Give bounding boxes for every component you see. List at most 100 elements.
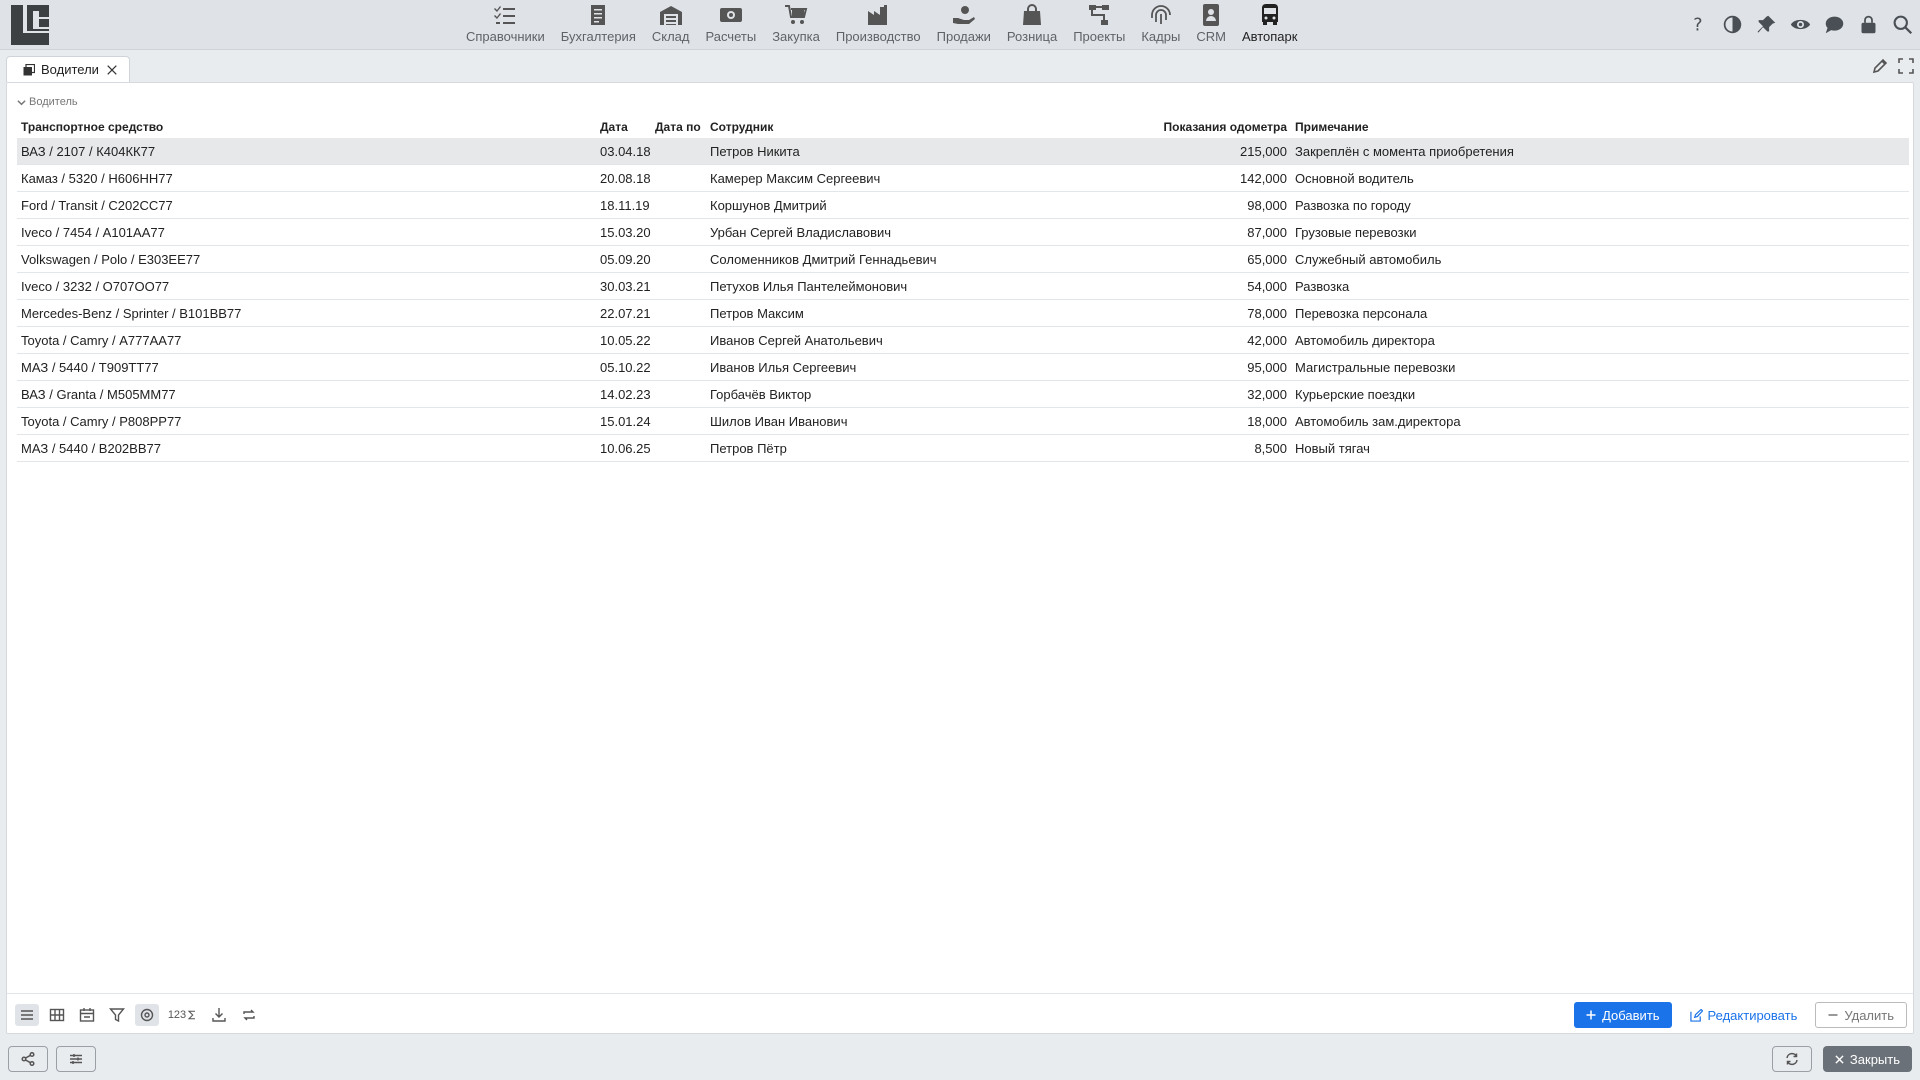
sliders-icon bbox=[70, 1054, 82, 1064]
col-header-employee[interactable]: Сотрудник bbox=[706, 120, 1116, 134]
module-8[interactable]: Розница bbox=[999, 0, 1065, 50]
adjust-button[interactable] bbox=[56, 1046, 96, 1072]
view-tools: 123 bbox=[15, 1004, 261, 1026]
table-row[interactable]: МАЗ / 5440 / В202ВВ77 10.06.25 Петров Пётр… bbox=[17, 435, 1909, 462]
money-icon bbox=[719, 8, 742, 22]
ledger-icon bbox=[591, 5, 606, 25]
cell-date: 14.02.23 bbox=[600, 386, 651, 402]
module-label: Расчеты bbox=[705, 29, 757, 44]
col-header-date-to[interactable]: Дата по bbox=[651, 120, 706, 134]
cell-odometer: 78,000 bbox=[1247, 305, 1287, 321]
add-button[interactable]: Добавить bbox=[1574, 1002, 1672, 1028]
bus-icon bbox=[1261, 3, 1278, 25]
row-actions: Добавить Редактировать Удалить bbox=[1574, 1002, 1907, 1028]
drivers-table: Транспортное средство Дата Дата по Сотру… bbox=[17, 116, 1909, 462]
warehouse-icon bbox=[659, 6, 682, 25]
pencil-icon[interactable] bbox=[1872, 58, 1888, 77]
module-10[interactable]: Кадры bbox=[1133, 0, 1188, 50]
shopping-bag-icon bbox=[1023, 4, 1042, 25]
cell-employee: Горбачёв Виктор bbox=[710, 386, 812, 402]
grid-view-icon[interactable] bbox=[45, 1004, 69, 1026]
svg-text:?: ? bbox=[1693, 15, 1702, 34]
cell-note: Автомобиль зам.директора bbox=[1295, 413, 1461, 429]
cell-date: 05.09.20 bbox=[600, 251, 651, 267]
close-tab-icon[interactable] bbox=[105, 63, 119, 77]
cell-odometer: 142,000 bbox=[1240, 170, 1287, 186]
module-5[interactable]: Закупка bbox=[764, 0, 828, 50]
table-header: Транспортное средство Дата Дата по Сотру… bbox=[17, 116, 1909, 138]
table-row[interactable]: МАЗ / 5440 / Т909ТТ77 05.10.22 Иванов Илья… bbox=[17, 354, 1909, 381]
module-label: Бухгалтерия bbox=[560, 29, 636, 44]
delete-button[interactable]: Удалить bbox=[1815, 1002, 1907, 1028]
table-row[interactable]: Ford / Transit / С202СС77 18.11.19 Коршуно… bbox=[17, 192, 1909, 219]
sum-icon[interactable]: 123 bbox=[165, 1004, 201, 1026]
cell-date: 30.03.21 bbox=[600, 278, 651, 294]
footer-bar: Закрыть bbox=[0, 1040, 1920, 1080]
cell-note: Основной водитель bbox=[1295, 170, 1414, 186]
pin-icon[interactable] bbox=[1754, 12, 1778, 36]
settings-icon[interactable] bbox=[135, 1004, 159, 1026]
chat-icon[interactable] bbox=[1822, 12, 1846, 36]
module-3[interactable]: Склад bbox=[644, 0, 698, 50]
calendar-view-icon[interactable] bbox=[75, 1004, 99, 1026]
table-row[interactable]: Toyota / Camry / Р808РР77 15.01.24 Шилов И… bbox=[17, 408, 1909, 435]
module-12[interactable]: Автопарк bbox=[1234, 0, 1306, 50]
help-icon[interactable]: ? bbox=[1686, 12, 1710, 36]
col-header-odometer[interactable]: Показания одометра bbox=[1116, 120, 1291, 134]
repeat-icon[interactable] bbox=[237, 1004, 261, 1026]
cell-employee: Урбан Сергей Владиславович bbox=[710, 224, 892, 240]
edit-icon bbox=[1689, 1008, 1703, 1022]
cell-employee: Соломенников Дмитрий Геннадьевич bbox=[710, 251, 937, 267]
download-icon[interactable] bbox=[207, 1004, 231, 1026]
module-1[interactable]: Справочники bbox=[458, 0, 553, 50]
module-4[interactable]: Расчеты bbox=[697, 0, 764, 50]
cell-date: 10.06.25 bbox=[600, 440, 651, 456]
eye-icon[interactable] bbox=[1788, 12, 1812, 36]
cell-vehicle: МАЗ / 5440 / Т909ТТ77 bbox=[21, 359, 159, 375]
module-6[interactable]: Производство bbox=[828, 0, 929, 50]
table-row[interactable]: Iveco / 7454 / А101АА77 15.03.20 Урбан Сер… bbox=[17, 219, 1909, 246]
cell-note: Грузовые перевозки bbox=[1295, 224, 1417, 240]
module-2[interactable]: Бухгалтерия bbox=[553, 0, 644, 50]
search-icon[interactable] bbox=[1890, 12, 1914, 36]
edit-button[interactable]: Редактировать bbox=[1684, 1002, 1804, 1028]
cell-employee: Петров Максим bbox=[710, 305, 804, 321]
top-bar: Справочники Бухгалтерия Склад Расчеты Закупк… bbox=[0, 0, 1920, 50]
module-label: Автопарк bbox=[1241, 29, 1298, 44]
close-label: Закрыть bbox=[1849, 1051, 1900, 1067]
sum-label: 123 bbox=[167, 1009, 187, 1021]
table-row[interactable]: Mercedes-Benz / Sprinter / В101ВВ77 22.07… bbox=[17, 300, 1909, 327]
table-row[interactable]: Iveco / 3232 / О707ОО77 30.03.21 Петухов И… bbox=[17, 273, 1909, 300]
tab-drivers[interactable]: Водители bbox=[6, 56, 130, 82]
filter-icon[interactable] bbox=[105, 1004, 129, 1026]
module-11[interactable]: CRM bbox=[1188, 0, 1234, 50]
group-label: Водитель bbox=[29, 96, 78, 108]
table-row[interactable]: Toyota / Camry / А777АА77 10.05.22 Иванов … bbox=[17, 327, 1909, 354]
module-label: Розница bbox=[1006, 29, 1058, 44]
cell-vehicle: Iveco / 7454 / А101АА77 bbox=[21, 224, 165, 240]
refresh-button[interactable] bbox=[1772, 1046, 1812, 1072]
cell-date: 03.04.18 bbox=[600, 143, 651, 159]
col-header-note[interactable]: Примечание bbox=[1291, 120, 1891, 134]
cell-note: Развозка по городу bbox=[1295, 197, 1411, 213]
cell-odometer: 65,000 bbox=[1247, 251, 1287, 267]
close-button[interactable]: Закрыть bbox=[1822, 1046, 1912, 1072]
cell-date: 05.10.22 bbox=[600, 359, 651, 375]
cell-date: 10.05.22 bbox=[600, 332, 651, 348]
table-row[interactable]: ВАЗ / 2107 / К404КК77 03.04.18 Петров Ники… bbox=[17, 138, 1909, 165]
col-header-date[interactable]: Дата bbox=[596, 120, 651, 134]
lock-icon[interactable] bbox=[1856, 12, 1880, 36]
module-9[interactable]: Проекты bbox=[1065, 0, 1133, 50]
share-button[interactable] bbox=[8, 1046, 48, 1072]
table-row[interactable]: Volkswagen / Polo / Е303ЕЕ77 05.09.20 Соло… bbox=[17, 246, 1909, 273]
contrast-icon[interactable] bbox=[1720, 12, 1744, 36]
module-7[interactable]: Продажи bbox=[929, 0, 999, 50]
table-row[interactable]: Камаз / 5320 / Н606НН77 20.08.18 Камерер М… bbox=[17, 165, 1909, 192]
app-logo[interactable] bbox=[9, 3, 51, 47]
fullscreen-icon[interactable] bbox=[1898, 58, 1914, 77]
table-row[interactable]: ВАЗ / Granta / М505ММ77 14.02.23 Горбачёв … bbox=[17, 381, 1909, 408]
group-header[interactable]: Водитель bbox=[17, 96, 78, 108]
col-header-vehicle[interactable]: Транспортное средство bbox=[17, 120, 596, 134]
list-view-icon[interactable] bbox=[15, 1004, 39, 1026]
cell-note: Магистральные перевозки bbox=[1295, 359, 1456, 375]
